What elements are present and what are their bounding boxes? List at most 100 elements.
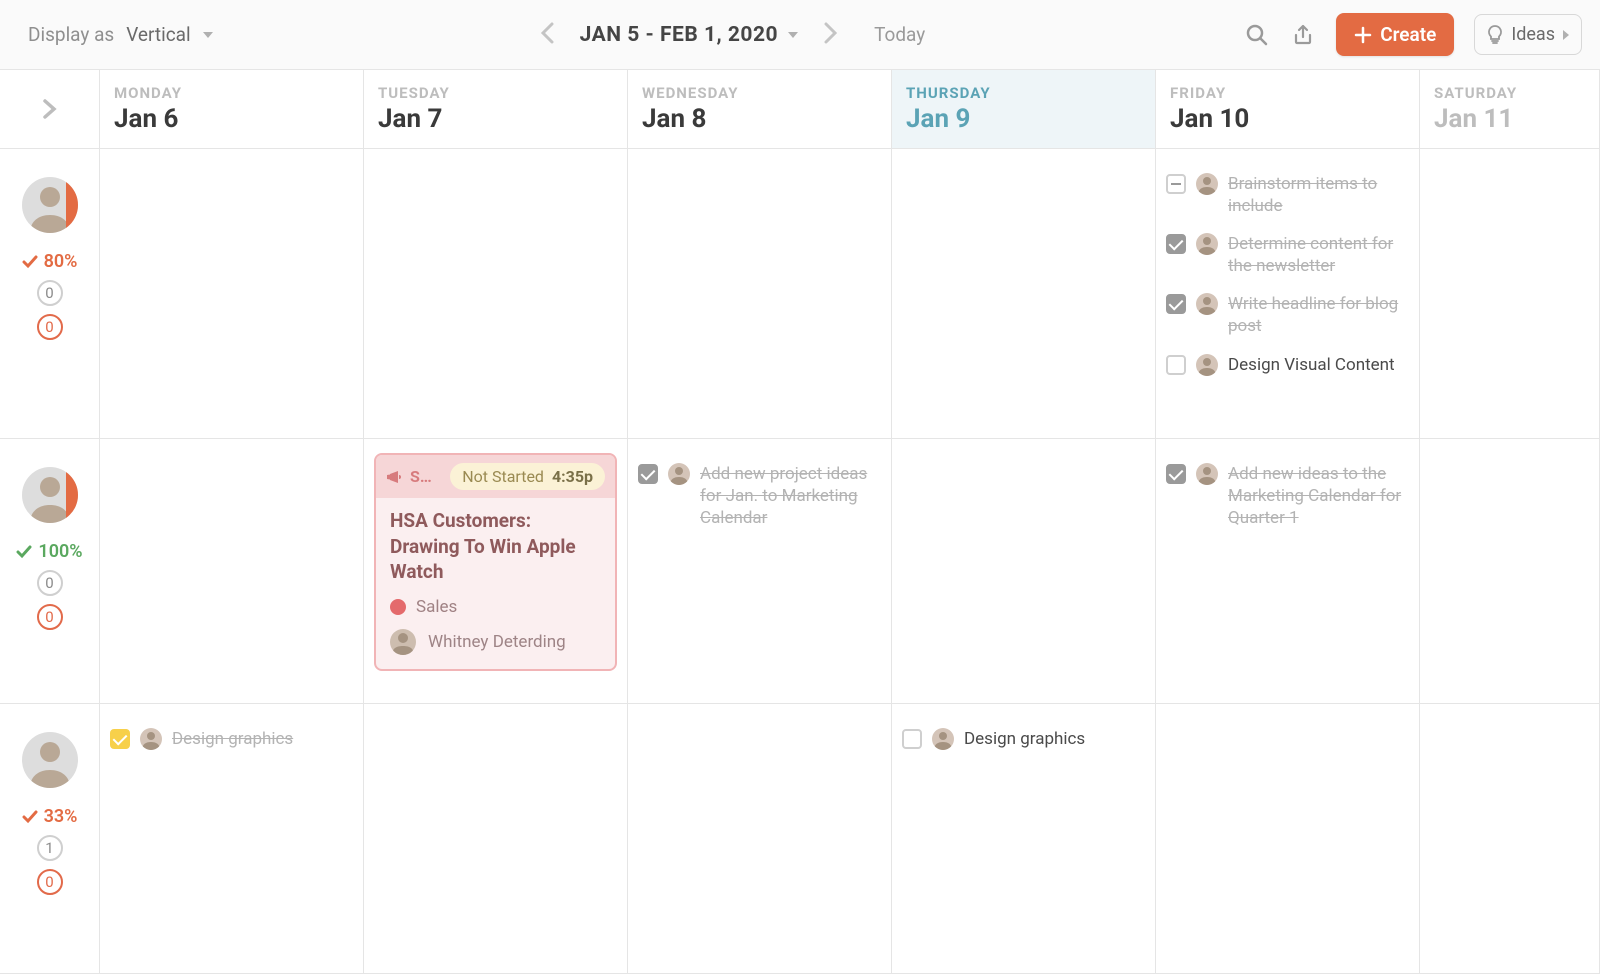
toolbar: Display as Vertical JAN 5 - FEB 1, 2020 …	[0, 0, 1600, 70]
date-range-label: JAN 5 - FEB 1, 2020	[580, 23, 779, 47]
task-counter: 0	[37, 570, 63, 596]
avatar	[22, 467, 78, 523]
tag-dot-icon	[390, 599, 406, 615]
card-title: HSA Customers: Drawing To Win Apple Watc…	[390, 508, 601, 585]
column-header: TUESDAY Jan 7	[364, 70, 628, 149]
checkbox-checked-icon[interactable]	[638, 464, 658, 484]
task-item[interactable]: Design graphics	[902, 728, 1145, 750]
avatar	[1196, 354, 1218, 376]
calendar-cell[interactable]	[1420, 149, 1600, 439]
calendar-cell[interactable]	[892, 149, 1156, 439]
check-icon	[22, 255, 38, 269]
calendar-cell[interactable]: S… Not Started 4:35p HSA Customers: Draw…	[364, 439, 628, 704]
expand-sidebar-button[interactable]	[0, 70, 100, 149]
event-card[interactable]: S… Not Started 4:35p HSA Customers: Draw…	[374, 453, 617, 671]
calendar-cell[interactable]	[100, 149, 364, 439]
checkbox-checked-icon[interactable]	[1166, 294, 1186, 314]
megaphone-icon	[386, 470, 402, 484]
column-header: FRIDAY Jan 10	[1156, 70, 1420, 149]
overdue-counter: 0	[37, 604, 63, 630]
task-item[interactable]: Brainstorm items to include	[1166, 173, 1409, 217]
column-header-today: THURSDAY Jan 9	[892, 70, 1156, 149]
calendar-row: 33% 1 0 Design graphics Design graphics	[0, 704, 1600, 974]
row-header[interactable]: 80% 0 0	[0, 149, 100, 439]
avatar	[1196, 293, 1218, 315]
calendar-cell[interactable]	[1420, 439, 1600, 704]
calendar-cell[interactable]	[1420, 704, 1600, 974]
percent-complete: 100%	[16, 541, 82, 562]
avatar	[1196, 173, 1218, 195]
share-icon[interactable]	[1290, 22, 1316, 48]
plus-icon	[1354, 26, 1372, 44]
chevron-down-icon	[203, 32, 213, 38]
task-item[interactable]: Write headline for blog post	[1166, 293, 1409, 337]
check-icon	[16, 545, 32, 559]
display-as-value: Vertical	[126, 23, 190, 46]
search-icon[interactable]	[1244, 22, 1270, 48]
date-range-picker[interactable]: JAN 5 - FEB 1, 2020	[580, 23, 799, 47]
next-range-button[interactable]	[816, 14, 846, 55]
avatar	[390, 629, 416, 655]
column-header: WEDNESDAY Jan 8	[628, 70, 892, 149]
avatar	[22, 177, 78, 233]
checkbox-checked-icon[interactable]	[1166, 464, 1186, 484]
prev-range-button[interactable]	[532, 14, 562, 55]
calendar-cell[interactable]: Design graphics	[100, 704, 364, 974]
task-item[interactable]: Determine content for the newsletter	[1166, 233, 1409, 277]
calendar-cell[interactable]	[628, 149, 892, 439]
avatar	[140, 728, 162, 750]
calendar-row: 80% 0 0 Brainstorm items to include Dete…	[0, 149, 1600, 439]
checkbox-empty-icon[interactable]	[902, 729, 922, 749]
chevron-down-icon	[788, 32, 798, 38]
display-as-dropdown[interactable]: Display as Vertical	[28, 23, 213, 46]
card-tag: Sales	[390, 597, 601, 617]
task-counter: 0	[37, 280, 63, 306]
task-item[interactable]: Design graphics	[110, 728, 353, 750]
check-icon	[22, 810, 38, 824]
calendar-cell[interactable]	[100, 439, 364, 704]
calendar-cell[interactable]: Add new ideas to the Marketing Calendar …	[1156, 439, 1420, 704]
card-assignee: Whitney Deterding	[390, 629, 601, 655]
calendar-cell[interactable]	[892, 439, 1156, 704]
row-header[interactable]: 33% 1 0	[0, 704, 100, 974]
row-header[interactable]: 100% 0 0	[0, 439, 100, 704]
avatar	[1196, 463, 1218, 485]
status-pill: Not Started 4:35p	[450, 463, 605, 490]
create-label: Create	[1380, 23, 1436, 46]
display-as-label: Display as	[28, 23, 114, 46]
calendar-cell[interactable]: Brainstorm items to include Determine co…	[1156, 149, 1420, 439]
checkbox-checked-icon[interactable]	[110, 729, 130, 749]
column-header: MONDAY Jan 6	[100, 70, 364, 149]
task-item[interactable]: Add new ideas to the Marketing Calendar …	[1166, 463, 1409, 529]
overdue-counter: 0	[37, 869, 63, 895]
calendar-cell[interactable]	[628, 704, 892, 974]
avatar	[22, 732, 78, 788]
calendar-header: MONDAY Jan 6 TUESDAY Jan 7 WEDNESDAY Jan…	[0, 70, 1600, 149]
lightbulb-icon	[1487, 25, 1503, 45]
calendar-cell[interactable]	[364, 149, 628, 439]
today-button[interactable]: Today	[874, 23, 925, 46]
ideas-label: Ideas	[1511, 24, 1555, 45]
calendar-row: 100% 0 0 S… Not Started 4:35p HSA Custom…	[0, 439, 1600, 704]
calendar-cell[interactable]	[1156, 704, 1420, 974]
overdue-counter: 0	[37, 314, 63, 340]
ideas-button[interactable]: Ideas	[1474, 14, 1582, 55]
avatar	[1196, 233, 1218, 255]
task-item[interactable]: Add new project ideas for Jan. to Market…	[638, 463, 881, 529]
checkbox-indeterminate-icon[interactable]	[1166, 174, 1186, 194]
task-counter: 1	[37, 835, 63, 861]
calendar-cell[interactable]	[364, 704, 628, 974]
avatar	[668, 463, 690, 485]
create-button[interactable]: Create	[1336, 13, 1454, 56]
calendar-cell[interactable]: Design graphics	[892, 704, 1156, 974]
toolbar-right: Create Ideas	[1244, 13, 1582, 56]
percent-complete: 33%	[22, 806, 78, 827]
date-navigation: JAN 5 - FEB 1, 2020 Today	[231, 14, 1227, 55]
task-item[interactable]: Design Visual Content	[1166, 354, 1409, 376]
checkbox-checked-icon[interactable]	[1166, 234, 1186, 254]
column-header: SATURDAY Jan 11	[1420, 70, 1600, 149]
calendar-cell[interactable]: Add new project ideas for Jan. to Market…	[628, 439, 892, 704]
avatar	[932, 728, 954, 750]
card-type-label: S…	[410, 467, 432, 486]
checkbox-empty-icon[interactable]	[1166, 355, 1186, 375]
